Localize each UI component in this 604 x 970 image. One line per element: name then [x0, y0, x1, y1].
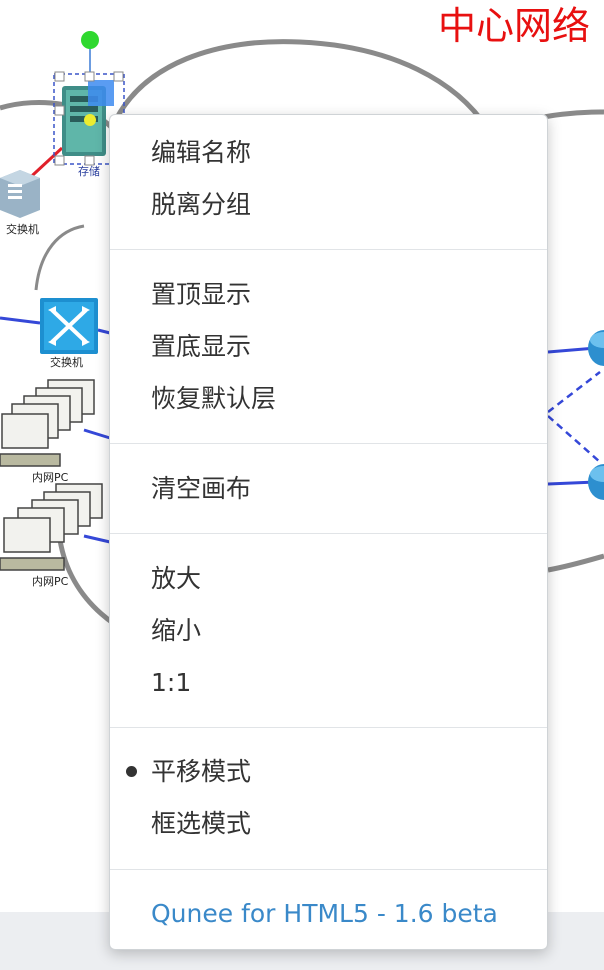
menu-item-label: 清空画布 — [151, 474, 252, 503]
menu-item-box-select-mode[interactable]: 框选模式 — [110, 799, 547, 849]
menu-divider — [110, 533, 547, 534]
rotate-handle[interactable] — [81, 31, 99, 49]
menu-item-label: 框选模式 — [151, 809, 252, 838]
menu-item-about-link[interactable]: Qunee for HTML5 - 1.6 beta — [110, 889, 547, 939]
switch-node[interactable] — [40, 298, 98, 354]
pc-cluster-node[interactable] — [0, 483, 103, 571]
menu-item-bring-to-front[interactable]: 置顶显示 — [110, 270, 547, 320]
node-label-switch: 交换机 — [6, 223, 39, 236]
resize-handle[interactable] — [84, 155, 95, 166]
edge-blue — [0, 316, 41, 325]
context-menu: 编辑名称 脱离分组 置顶显示 置底显示 恢复默认层 清空画布 放大 缩小 1:1… — [109, 114, 548, 950]
menu-item-zoom-in[interactable]: 放大 — [110, 554, 547, 604]
menu-item-ungroup[interactable]: 脱离分组 — [110, 180, 547, 230]
resize-handle[interactable] — [54, 71, 65, 82]
menu-item-label: 1:1 — [151, 668, 192, 697]
router-node[interactable] — [588, 464, 604, 500]
resize-handle[interactable] — [54, 105, 65, 116]
node-label-pc: 内网PC — [32, 471, 69, 484]
menu-item-clear-canvas[interactable]: 清空画布 — [110, 464, 547, 514]
resize-handle[interactable] — [54, 155, 65, 166]
menu-item-label: Qunee for HTML5 - 1.6 beta — [151, 899, 498, 928]
node-label-pc: 内网PC — [32, 575, 69, 588]
resize-handle[interactable] — [84, 71, 95, 82]
node-label-switch: 交换机 — [50, 356, 83, 369]
menu-item-edit-name[interactable]: 编辑名称 — [110, 128, 547, 178]
menu-item-actual-size[interactable]: 1:1 — [110, 658, 547, 708]
menu-item-label: 置底显示 — [151, 332, 252, 361]
selected-bullet-icon — [126, 766, 137, 777]
router-node[interactable] — [588, 330, 604, 366]
menu-item-zoom-out[interactable]: 缩小 — [110, 606, 547, 656]
menu-divider — [110, 869, 547, 870]
pc-cluster-node[interactable] — [0, 379, 95, 467]
node-label-storage: 存储 — [78, 165, 100, 178]
edge-blue — [83, 428, 111, 440]
menu-item-label: 平移模式 — [151, 757, 252, 786]
menu-item-send-to-back[interactable]: 置底显示 — [110, 322, 547, 372]
menu-item-label: 恢复默认层 — [151, 384, 277, 413]
menu-item-label: 置顶显示 — [151, 280, 252, 309]
switch-node[interactable] — [0, 170, 40, 218]
menu-item-reset-layer[interactable]: 恢复默认层 — [110, 374, 547, 424]
menu-divider — [110, 727, 547, 728]
menu-item-label: 放大 — [151, 564, 202, 593]
canvas-title: 中心网络 — [438, 4, 591, 48]
resize-handle[interactable] — [113, 71, 124, 82]
menu-item-label: 脱离分组 — [151, 190, 252, 219]
edge-dashed — [547, 371, 601, 463]
menu-item-label: 编辑名称 — [151, 138, 252, 167]
edge-blue — [83, 534, 111, 544]
cloud-group-outline-left — [34, 224, 85, 291]
menu-divider — [110, 249, 547, 250]
menu-divider — [110, 443, 547, 444]
menu-item-label: 缩小 — [151, 616, 202, 645]
menu-item-pan-mode[interactable]: 平移模式 — [110, 747, 547, 797]
